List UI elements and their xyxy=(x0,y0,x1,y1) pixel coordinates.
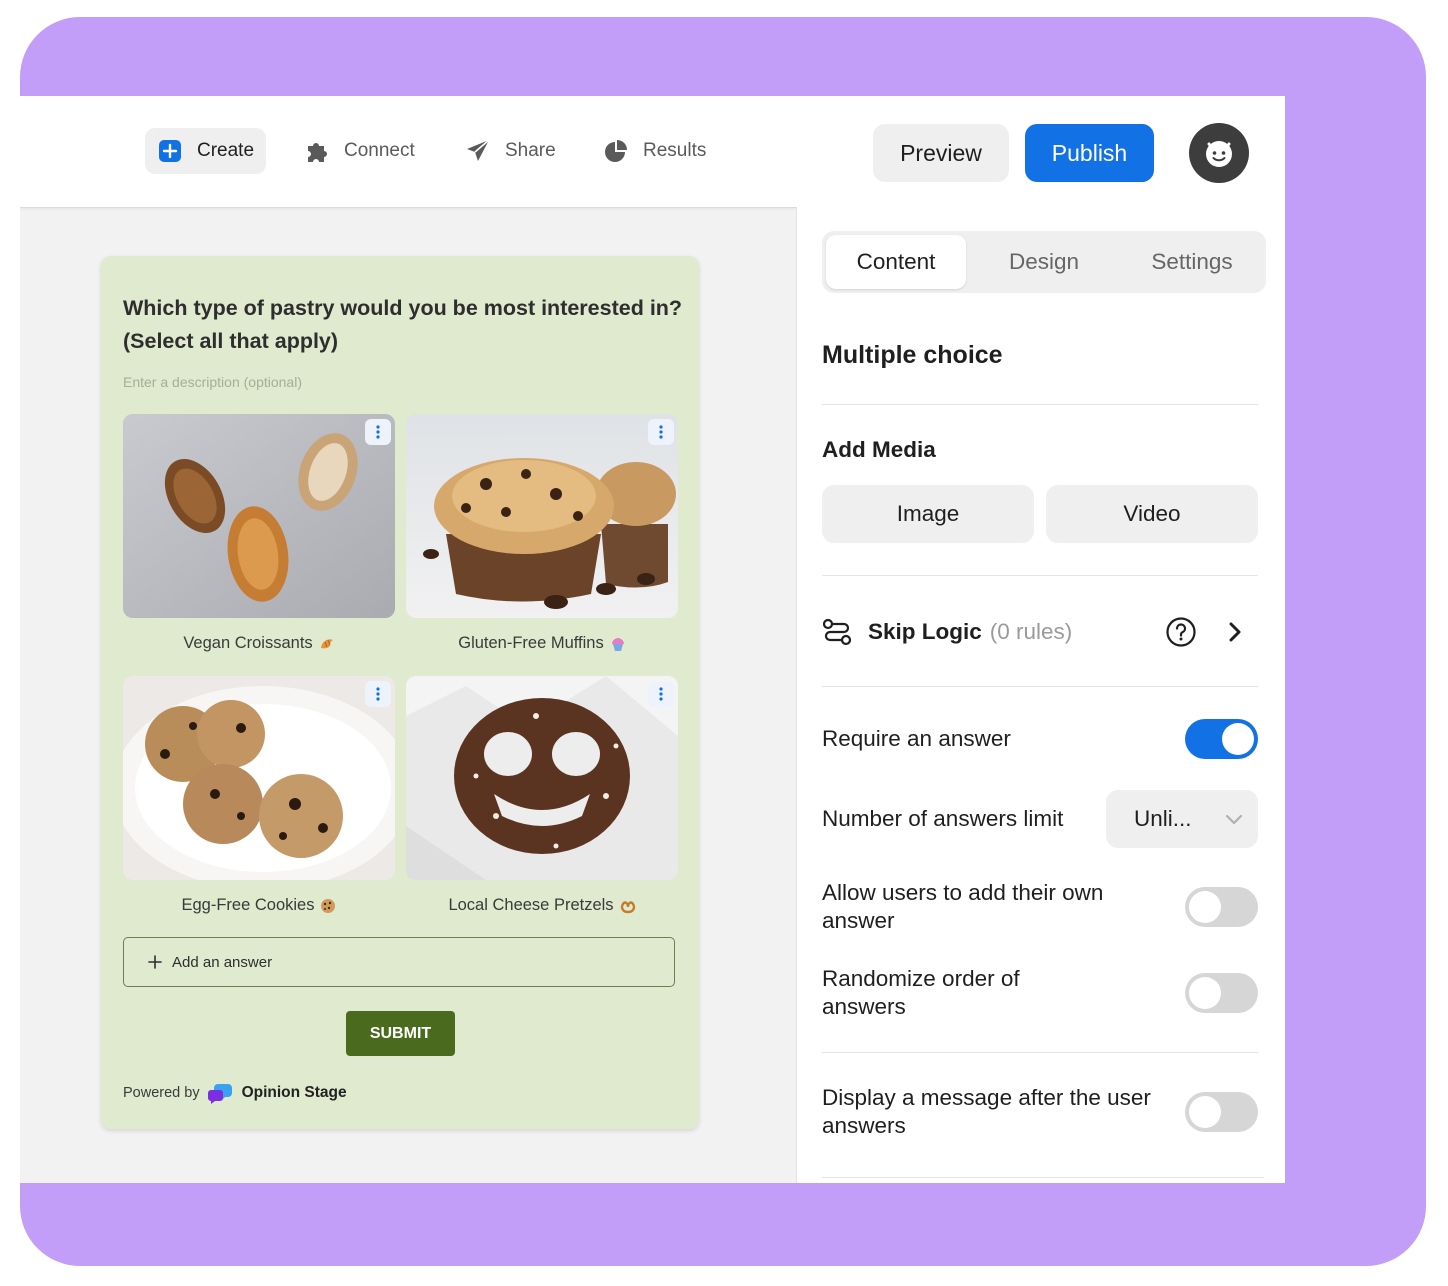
answer-tile[interactable]: Vegan Croissants xyxy=(123,414,395,653)
powered-by-label: Powered by xyxy=(123,1085,200,1101)
toggle-knob xyxy=(1222,723,1254,755)
nav-results[interactable]: Results xyxy=(591,128,718,174)
tab-settings[interactable]: Settings xyxy=(1120,235,1264,289)
allow-own-answer-toggle[interactable] xyxy=(1185,887,1258,927)
panel-tabs: Content Design Settings xyxy=(822,231,1266,293)
plus-square-icon xyxy=(157,138,183,164)
tab-content[interactable]: Content xyxy=(826,235,966,289)
question-description[interactable]: Enter a description (optional) xyxy=(123,374,302,390)
chevron-down-icon xyxy=(1225,814,1243,825)
nav-results-label: Results xyxy=(643,140,707,161)
nav-connect[interactable]: Connect xyxy=(292,128,427,174)
nav-create-label: Create xyxy=(197,140,255,161)
randomize-toggle[interactable] xyxy=(1185,973,1258,1013)
pretzel-emoji-icon xyxy=(620,900,635,913)
skip-logic-label: Skip Logic xyxy=(868,619,982,644)
top-bar: Create Connect Share Results Preview Pub… xyxy=(20,96,1285,208)
divider xyxy=(822,1052,1258,1053)
answer-image xyxy=(406,414,678,618)
divider xyxy=(822,686,1258,687)
chevron-right-icon[interactable] xyxy=(1224,620,1246,644)
kebab-icon xyxy=(376,425,380,439)
toggle-knob xyxy=(1189,891,1221,923)
answers-limit-label: Number of answers limit xyxy=(822,806,1064,831)
nav-create[interactable]: Create xyxy=(145,128,267,174)
croissant-emoji-icon xyxy=(320,638,333,648)
answer-tile[interactable]: Egg-Free Cookies xyxy=(123,676,395,915)
tab-design[interactable]: Design xyxy=(972,235,1116,289)
video-button[interactable]: Video xyxy=(1046,485,1258,543)
help-icon[interactable] xyxy=(1165,616,1197,648)
answer-image xyxy=(406,676,678,880)
answer-label[interactable]: Vegan Croissants xyxy=(183,634,312,653)
kebab-icon xyxy=(376,687,380,701)
answer-tile[interactable]: Gluten-Free Muffins xyxy=(406,414,678,653)
answer-label[interactable]: Local Cheese Pretzels xyxy=(448,896,613,915)
powered-by[interactable]: Powered by Opinion Stage xyxy=(123,1082,347,1104)
opinion-stage-logo-icon xyxy=(207,1084,232,1104)
answer-menu-button[interactable] xyxy=(648,681,674,707)
answers-limit-select[interactable]: Unli... xyxy=(1106,790,1258,848)
display-message-toggle[interactable] xyxy=(1185,1092,1258,1132)
skip-logic-rules: (0 rules) xyxy=(989,619,1073,644)
skip-logic-icon xyxy=(822,618,852,646)
answer-menu-button[interactable] xyxy=(365,419,391,445)
answer-tile[interactable]: Local Cheese Pretzels xyxy=(406,676,678,915)
submit-button[interactable]: SUBMIT xyxy=(346,1011,455,1056)
smiley-icon xyxy=(1206,141,1232,167)
divider xyxy=(822,404,1258,405)
require-answer-toggle[interactable] xyxy=(1185,719,1258,759)
toggle-knob xyxy=(1189,1096,1221,1128)
allow-own-answer-label: Allow users to add their own answer xyxy=(822,880,1104,933)
answer-label[interactable]: Gluten-Free Muffins xyxy=(458,634,604,653)
add-answer-button[interactable]: Add an answer xyxy=(123,937,675,987)
randomize-label: Randomize order of answers xyxy=(822,966,1020,1019)
preview-button[interactable]: Preview xyxy=(873,124,1009,182)
answers-limit-value: Unli... xyxy=(1134,806,1192,831)
kebab-icon xyxy=(659,687,663,701)
image-button[interactable]: Image xyxy=(822,485,1034,543)
question-title[interactable]: Which type of pastry would you be most i… xyxy=(123,292,683,358)
question-card: Which type of pastry would you be most i… xyxy=(101,256,699,1129)
cupcake-emoji-icon xyxy=(611,637,624,651)
answer-label[interactable]: Egg-Free Cookies xyxy=(182,896,315,915)
avatar[interactable] xyxy=(1189,123,1249,183)
question-type-title: Multiple choice xyxy=(822,341,1003,369)
puzzle-icon xyxy=(304,138,330,164)
skip-logic-row[interactable]: Skip Logic (0 rules) xyxy=(822,615,1262,649)
display-message-label: Display a message after the user answers xyxy=(822,1085,1151,1138)
divider xyxy=(822,1177,1264,1178)
answer-image xyxy=(123,676,395,880)
kebab-icon xyxy=(659,425,663,439)
app-window: Create Connect Share Results Preview Pub… xyxy=(20,96,1285,1183)
settings-panel: Content Design Settings Multiple choice … xyxy=(796,207,1285,1183)
answer-menu-button[interactable] xyxy=(648,419,674,445)
answer-menu-button[interactable] xyxy=(365,681,391,707)
nav-connect-label: Connect xyxy=(344,140,415,161)
nav-share[interactable]: Share xyxy=(453,128,568,174)
add-answer-label: Add an answer xyxy=(172,953,273,971)
answer-image xyxy=(123,414,395,618)
nav-share-label: Share xyxy=(505,140,556,161)
require-answer-label: Require an answer xyxy=(822,726,1011,751)
publish-button[interactable]: Publish xyxy=(1025,124,1154,182)
divider xyxy=(822,575,1258,576)
paper-plane-icon xyxy=(465,138,491,164)
plus-icon xyxy=(148,955,162,969)
pie-chart-icon xyxy=(603,138,629,164)
toggle-knob xyxy=(1189,977,1221,1009)
brand-name: Opinion Stage xyxy=(241,1084,347,1101)
cookie-emoji-icon xyxy=(321,898,336,913)
add-media-title: Add Media xyxy=(822,437,936,462)
